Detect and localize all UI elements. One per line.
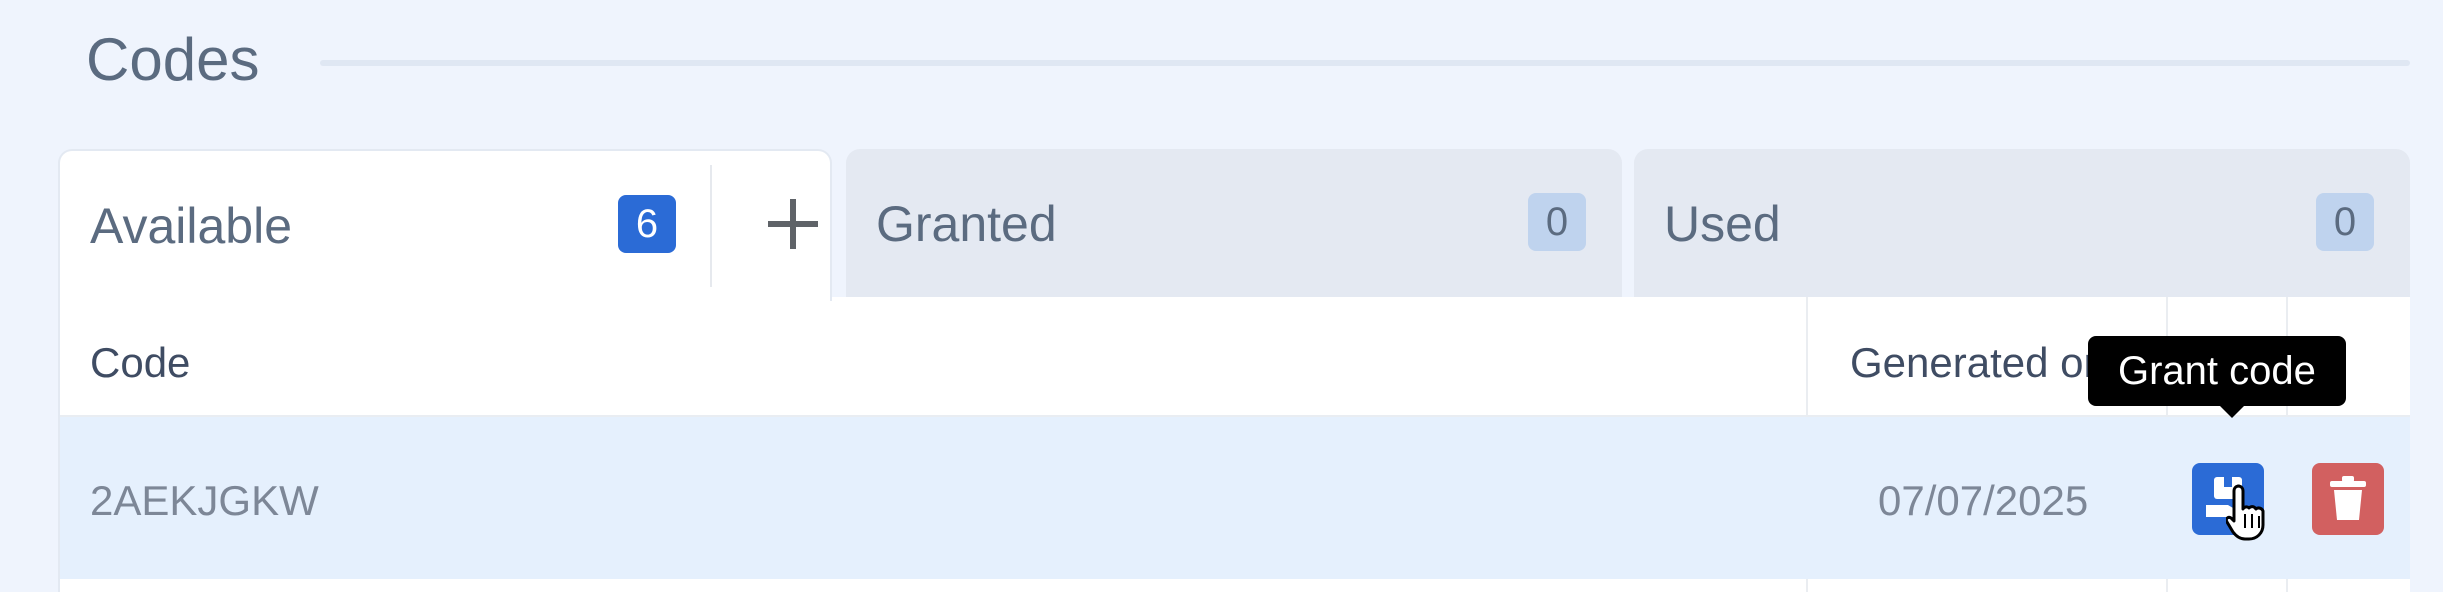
tab-available[interactable]: Available 6 (58, 149, 832, 301)
used-count-badge: 0 (2316, 193, 2374, 251)
column-header-code[interactable]: Code (90, 333, 190, 393)
title-divider (320, 60, 2410, 66)
trash-icon (2330, 476, 2366, 520)
add-code-button[interactable] (760, 191, 826, 257)
codes-table: Code Generated on 2AEKJGKW 07/07/2025 (58, 297, 2410, 592)
tooltip-arrow (2218, 404, 2246, 418)
tab-used[interactable]: Used 0 (1634, 149, 2410, 299)
tab-available-label: Available (90, 198, 293, 254)
column-header-generated-on[interactable]: Generated on (1850, 333, 2090, 393)
delete-code-button[interactable] (2312, 463, 2384, 535)
table-row: 2AEKJGKW 07/07/2025 (60, 417, 2410, 579)
hand-pointer-cursor-icon (2226, 484, 2265, 541)
tab-divider (710, 165, 712, 287)
generated-on-cell: 07/07/2025 (1878, 477, 2089, 524)
tab-granted-label: Granted (876, 196, 1057, 252)
tab-granted[interactable]: Granted 0 (846, 149, 1622, 299)
granted-count-badge: 0 (1528, 193, 1586, 251)
section-title: Codes (86, 26, 260, 93)
available-count-badge: 6 (618, 195, 676, 253)
grant-code-tooltip: Grant code (2088, 336, 2346, 406)
tab-used-label: Used (1664, 196, 1781, 252)
code-cell: 2AEKJGKW (90, 477, 319, 524)
plus-icon (768, 199, 818, 249)
